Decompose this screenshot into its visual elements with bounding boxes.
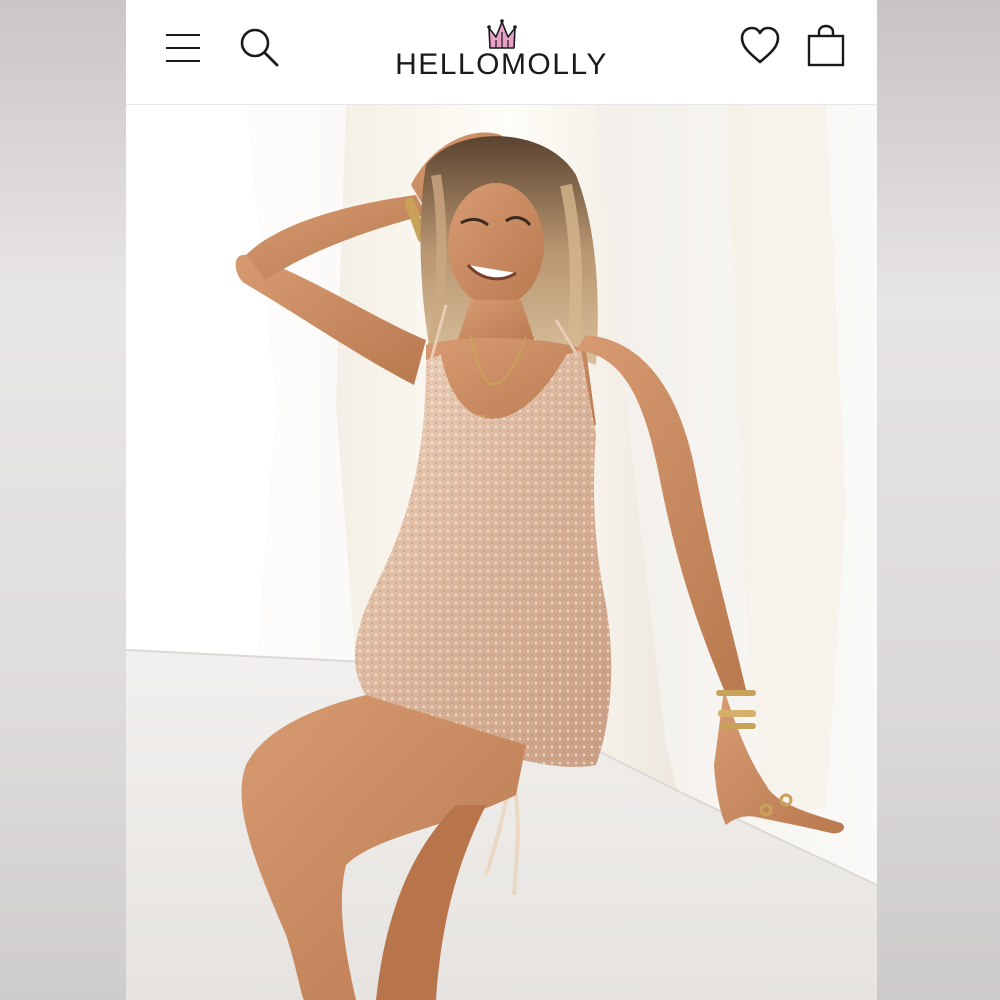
brand-name: HELLOMOLLY [395, 48, 608, 81]
background-right [877, 0, 1000, 1000]
crown-icon [486, 19, 517, 49]
search-button[interactable] [238, 26, 280, 68]
app-screen: HELLOMOLLY [126, 0, 877, 1000]
model-in-sequin-dress-image [126, 105, 877, 1000]
search-icon [240, 28, 279, 67]
background-left [0, 0, 126, 1000]
top-navigation-bar: HELLOMOLLY [126, 0, 877, 105]
product-photo [126, 105, 877, 1000]
brand-logo[interactable]: HELLOMOLLY [346, 6, 657, 96]
hamburger-menu-icon [166, 34, 200, 62]
shopping-bag-icon [807, 24, 845, 67]
menu-button[interactable] [164, 30, 202, 66]
wishlist-button[interactable] [738, 24, 782, 66]
heart-icon [740, 26, 780, 64]
shopping-bag-button[interactable] [806, 24, 846, 68]
